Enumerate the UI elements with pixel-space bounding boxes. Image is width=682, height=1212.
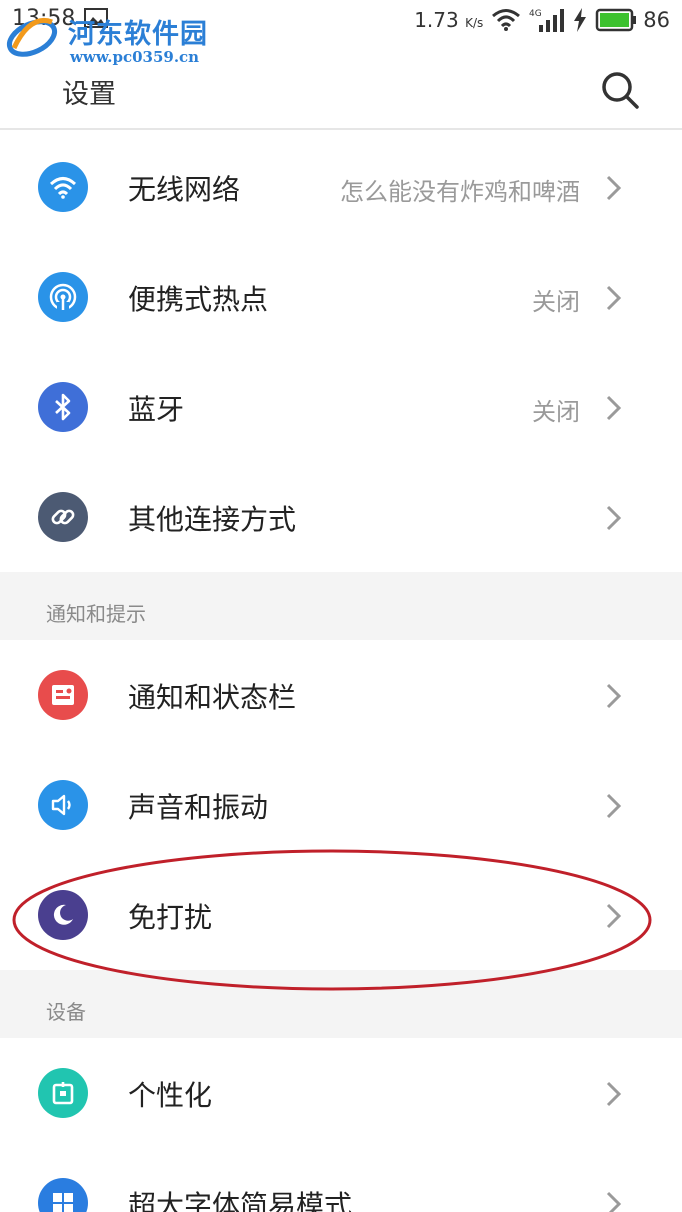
settings-item-label: 无线网络 <box>128 173 241 206</box>
settings-item-personalization[interactable]: 个性化 <box>0 1038 682 1148</box>
settings-item-label: 免打扰 <box>128 901 213 934</box>
section-header-label: 设备 <box>46 1000 86 1024</box>
settings-item-value: 怎么能没有炸鸡和啤酒 <box>340 178 580 206</box>
chevron-right-icon <box>606 505 622 531</box>
chevron-right-icon <box>606 1081 622 1107</box>
link-icon <box>38 492 88 542</box>
title-bar: 设置 <box>0 42 682 130</box>
settings-item-label: 便携式热点 <box>128 283 269 316</box>
settings-item-label: 其他连接方式 <box>128 503 297 536</box>
settings-item-label: 蓝牙 <box>128 393 185 426</box>
section-header-label: 通知和提示 <box>46 602 146 626</box>
moon-icon <box>38 890 88 940</box>
chevron-right-icon <box>606 793 622 819</box>
settings-item-hotspot[interactable]: 便携式热点 关闭 <box>0 242 682 352</box>
wifi-signal-icon <box>492 9 521 31</box>
settings-item-label: 声音和振动 <box>128 791 269 824</box>
settings-item-sound[interactable]: 声音和振动 <box>0 750 682 860</box>
settings-item-other-connections[interactable]: 其他连接方式 <box>0 462 682 572</box>
network-type-label: 4G <box>529 9 542 19</box>
settings-item-label: 通知和状态栏 <box>128 681 297 714</box>
section-header-device: 设备 <box>0 970 682 1038</box>
settings-item-bluetooth[interactable]: 蓝牙 关闭 <box>0 352 682 462</box>
section-header-notifications: 通知和提示 <box>0 572 682 640</box>
search-icon[interactable] <box>600 70 640 110</box>
hotspot-icon <box>38 272 88 322</box>
notification-icon <box>38 670 88 720</box>
network-speed: 1.73 K/s <box>414 8 484 32</box>
settings-item-notification[interactable]: 通知和状态栏 <box>0 640 682 750</box>
chevron-right-icon <box>606 1191 622 1212</box>
settings-item-value: 关闭 <box>532 288 580 316</box>
battery-icon <box>596 8 637 32</box>
wifi-icon <box>38 162 88 212</box>
cellular-signal-icon: 4G <box>529 9 565 32</box>
chevron-right-icon <box>606 175 622 201</box>
settings-item-do-not-disturb[interactable]: 免打扰 <box>0 860 682 970</box>
settings-item-label: 超大字体简易模式 <box>128 1189 353 1212</box>
chevron-right-icon <box>606 903 622 929</box>
page-title: 设置 <box>62 79 116 110</box>
chevron-right-icon <box>606 395 622 421</box>
charging-icon <box>574 8 587 32</box>
status-indicators: 1.73 K/s 4G 86 <box>414 5 670 35</box>
chevron-right-icon <box>606 683 622 709</box>
settings-item-wifi[interactable]: 无线网络 怎么能没有炸鸡和啤酒 <box>0 132 682 242</box>
settings-item-value: 关闭 <box>532 398 580 426</box>
battery-level: 86 <box>643 8 670 32</box>
theme-icon <box>38 1068 88 1118</box>
settings-item-label: 个性化 <box>128 1079 213 1112</box>
grid-icon <box>38 1178 88 1212</box>
speaker-icon <box>38 780 88 830</box>
settings-item-big-font-mode[interactable]: 超大字体简易模式 <box>0 1148 682 1212</box>
bluetooth-icon <box>38 382 88 432</box>
chevron-right-icon <box>606 285 622 311</box>
